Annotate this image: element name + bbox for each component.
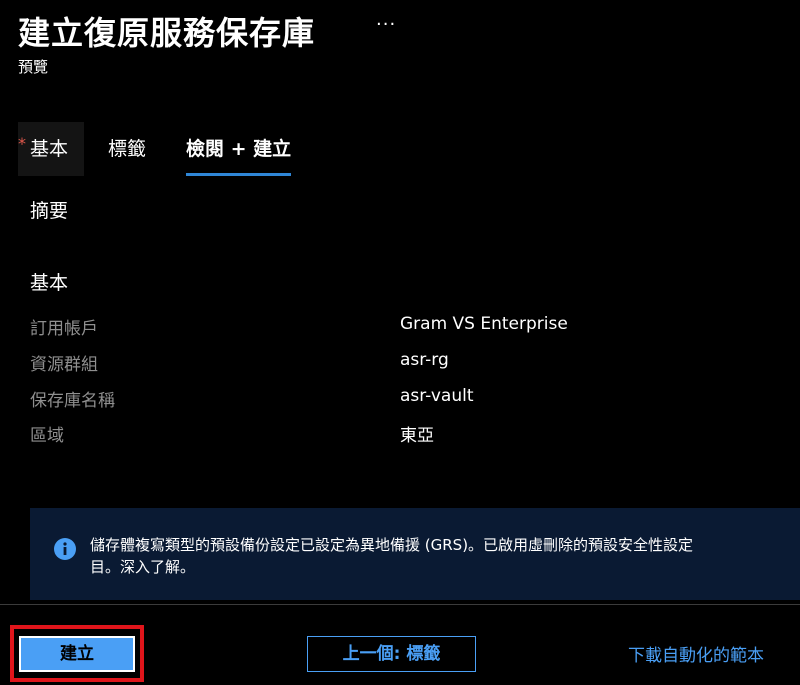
summary-value: 東亞 xyxy=(400,426,434,446)
create-button[interactable]: 建立 xyxy=(19,636,135,672)
tab-tags[interactable]: 標籤 xyxy=(108,122,146,176)
summary-label: 保存庫名稱 xyxy=(30,391,115,411)
summary-value: asr-vault xyxy=(400,386,474,406)
summary-value: Gram VS Enterprise xyxy=(400,314,568,334)
summary-heading: 摘要 xyxy=(30,200,69,222)
summary-value: asr-rg xyxy=(400,350,449,370)
info-banner: 儲存體複寫類型的預設備份設定已設定為異地備援 (GRS)。已啟用虛刪除的預設安全… xyxy=(30,508,800,600)
page-title: 建立復原服務保存庫 xyxy=(18,14,316,52)
tab-basics-label: 基本 xyxy=(30,138,69,160)
page-subtitle: 預覽 xyxy=(18,58,49,76)
info-message-line-2: 目。深入了解。 xyxy=(90,558,196,576)
info-message: 儲存體複寫類型的預設備份設定已設定為異地備援 (GRS)。已啟用虛刪除的預設安全… xyxy=(90,534,800,578)
footer-divider xyxy=(0,604,800,605)
basics-heading: 基本 xyxy=(30,272,69,294)
summary-label: 訂用帳戶 xyxy=(30,319,98,339)
tab-review-create[interactable]: 檢閱 + 建立 xyxy=(186,122,292,176)
summary-row-subscription: 訂用帳戶 Gram VS Enterprise xyxy=(30,314,630,340)
more-options-button[interactable]: ··· xyxy=(376,14,396,35)
download-template-link[interactable]: 下載自動化的範本 xyxy=(628,641,764,666)
summary-row-region: 區域 東亞 xyxy=(30,421,630,447)
previous-tags-button[interactable]: 上一個: 標籤 xyxy=(307,636,476,672)
required-marker: * xyxy=(18,134,26,153)
info-icon xyxy=(54,538,76,560)
summary-label: 區域 xyxy=(30,426,64,446)
tab-basics[interactable]: * 基本 xyxy=(18,122,84,176)
summary-row-vault-name: 保存庫名稱 asr-vault xyxy=(30,386,630,412)
summary-row-resource-group: 資源群組 asr-rg xyxy=(30,350,630,376)
summary-label: 資源群組 xyxy=(30,355,98,375)
info-message-line-1: 儲存體複寫類型的預設備份設定已設定為異地備援 (GRS)。已啟用虛刪除的預設安全… xyxy=(90,536,694,554)
